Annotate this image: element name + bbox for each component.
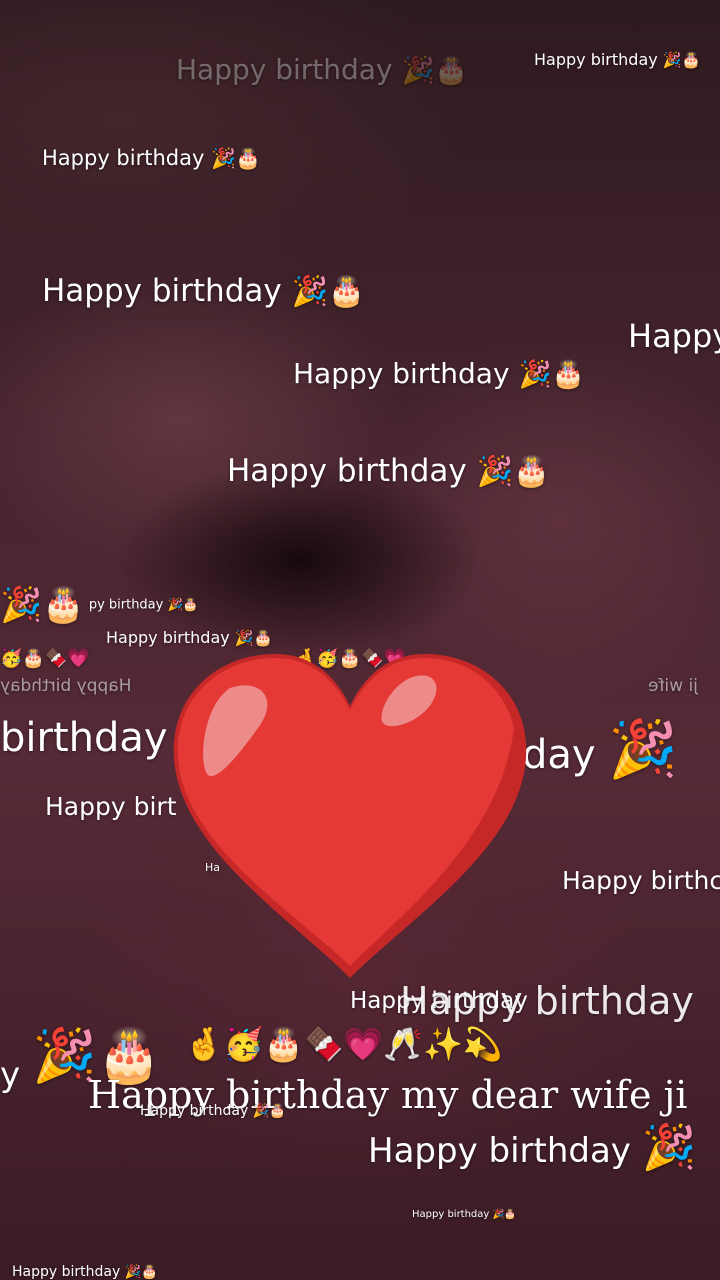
wish-overlap-b: Happy birthday (400, 982, 694, 1020)
wish-text: Happy birthday (227, 453, 467, 489)
wish-line-1: Happy birthday 🎉🎂 (42, 148, 261, 169)
wish-text: Happy birthday (412, 1209, 490, 1220)
wish-text: Happy birthday (534, 50, 658, 69)
wish-text: Happy birthday (176, 53, 393, 86)
wish-text: birthday (0, 715, 168, 761)
wish-text: Happy birthday (42, 273, 282, 309)
wish-bottom-right: Happy birthday 🎉 (368, 1126, 697, 1170)
party-cake-emoji: 🎉🎂 (476, 454, 550, 488)
party-cake-emoji: 🎉🎂 (0, 585, 85, 625)
wish-text: py birthday (88, 597, 164, 613)
wish-bottom-left: Happy birthday 🎉🎂 (12, 1265, 158, 1279)
wish-text: Happy birt (45, 792, 177, 821)
wish-big-left: birthday (0, 718, 168, 758)
heart-icon (173, 654, 527, 978)
wish-big-right: day 🎉 (522, 722, 678, 778)
party-cake-emoji: 🎉🎂 (492, 1209, 517, 1220)
wish-ghost-top: Happy birthday 🎉🎂 (176, 56, 468, 85)
party-emoji: 🎉 (641, 1122, 697, 1173)
party-cake-emoji: 🎉🎂 (662, 51, 701, 69)
wish-text: Happy birthc (562, 866, 720, 895)
party-cake-emoji: 🎉🎂 (518, 359, 585, 390)
wish-mid-left: Happy birt (45, 794, 177, 819)
wish-mirrored-right: ji wife (648, 676, 698, 696)
wish-small-left: 🎉🎂 py birthday 🎉🎂 (0, 588, 198, 622)
party-cake-emoji: 🎉🎂 (124, 1265, 158, 1280)
party-cake-emoji: 🎉🎂 (211, 146, 261, 170)
wish-text: Happy birthday (12, 1264, 121, 1280)
wish-text: day (522, 732, 596, 778)
wish-text: Happy birthday (0, 676, 132, 696)
wish-small-mid: Happy birthday 🎉🎂 (106, 630, 273, 646)
wish-text: Happy birthday (400, 979, 694, 1023)
wish-under-message: Happy birthday 🎉🎂 (140, 1104, 286, 1118)
wish-text: Happy birthday (293, 357, 510, 390)
wish-line-3: Happy birthday 🎉🎂 (293, 360, 585, 389)
wish-tiny-bottom: Happy birthday 🎉🎂 (412, 1210, 516, 1220)
party-cake-emoji: 🎉🎂 (291, 274, 365, 308)
wish-line-2: Happy birthday 🎉🎂 (42, 276, 365, 307)
wish-text: Happy birthday (106, 628, 230, 647)
edge-y-text: y (0, 1058, 20, 1092)
emoji-row: 🥳🎂🍫💗 (0, 648, 90, 669)
emoji-row-text: 🤞🥳🎂🍫💗🥂✨💫 (184, 1025, 503, 1063)
emoji-strip-left: 🥳🎂🍫💗 (0, 650, 90, 668)
party-cake-emoji: 🎉🎂 (234, 629, 273, 647)
emoji-row: 🤞🥳🎂🍫💗🥂✨💫 (184, 1028, 503, 1060)
wish-text: y (0, 1055, 21, 1095)
wish-line-4: Happy birthday 🎉🎂 (227, 456, 550, 487)
party-emoji: 🎉 (608, 717, 679, 782)
wish-text: ji wife (648, 676, 698, 696)
wish-text: Happy birthday (368, 1131, 631, 1171)
wish-mirrored-left: Happy birthday (0, 676, 132, 696)
wish-text: Happy birthday (140, 1103, 249, 1119)
wish-text: Happy birthday (42, 146, 205, 170)
party-cake-emoji: 🎉🎂 (401, 55, 468, 86)
party-cake-emoji: 🎉🎂 (167, 597, 199, 612)
party-cake-emoji: 🎉🎂 (252, 1104, 286, 1119)
wish-mid-right: Happy birthc (562, 868, 720, 893)
wish-top-right: Happy birthday 🎉🎂 (534, 52, 701, 68)
wish-partial-right: Happy (628, 320, 720, 352)
wish-text: Happy (628, 317, 720, 355)
